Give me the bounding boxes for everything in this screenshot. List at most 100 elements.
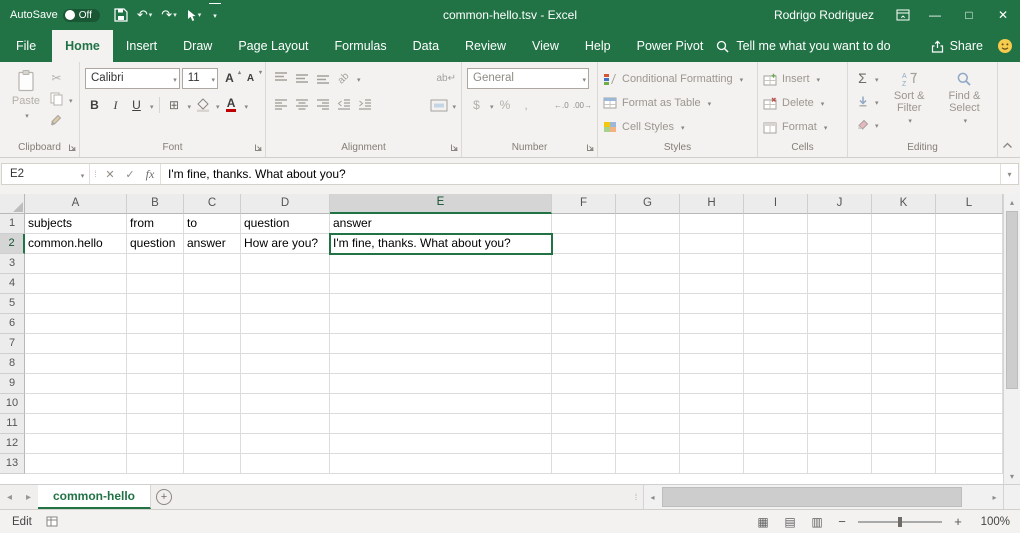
cell-E2[interactable]: I'm fine, thanks. What about you? bbox=[330, 234, 552, 254]
touch-mode-dropdown-icon[interactable]: ▾ bbox=[198, 12, 202, 19]
format-cells-button[interactable]: Format bbox=[763, 115, 842, 139]
cell-A10[interactable] bbox=[25, 394, 127, 414]
column-header-H[interactable]: H bbox=[680, 194, 744, 214]
underline-button[interactable]: U bbox=[127, 95, 146, 115]
collapse-ribbon-button[interactable] bbox=[1002, 138, 1013, 152]
zoom-slider-thumb[interactable] bbox=[898, 517, 902, 527]
cell-K4[interactable] bbox=[872, 274, 936, 294]
cell-I12[interactable] bbox=[744, 434, 808, 454]
cell-C6[interactable] bbox=[184, 314, 241, 334]
cell-B13[interactable] bbox=[127, 454, 184, 474]
cell-H13[interactable] bbox=[680, 454, 744, 474]
zoom-in-button[interactable]: + bbox=[951, 514, 965, 529]
paste-button[interactable]: Paste bbox=[5, 65, 47, 141]
cell-L10[interactable] bbox=[936, 394, 1003, 414]
cell-D1[interactable]: question bbox=[241, 214, 330, 234]
align-right-button[interactable] bbox=[313, 95, 332, 115]
cell-G8[interactable] bbox=[616, 354, 680, 374]
zoom-level[interactable]: 100% bbox=[974, 516, 1010, 528]
cell-E9[interactable] bbox=[330, 374, 552, 394]
cell-G13[interactable] bbox=[616, 454, 680, 474]
touch-mouse-mode-button[interactable]: ▾ bbox=[182, 3, 206, 27]
font-size-dropdown-icon[interactable] bbox=[209, 71, 215, 85]
cell-D13[interactable] bbox=[241, 454, 330, 474]
cell-B1[interactable]: from bbox=[127, 214, 184, 234]
cell-D12[interactable] bbox=[241, 434, 330, 454]
cell-J12[interactable] bbox=[808, 434, 872, 454]
horizontal-scroll-thumb[interactable] bbox=[662, 487, 962, 507]
cell-L2[interactable] bbox=[936, 234, 1003, 254]
cell-C1[interactable]: to bbox=[184, 214, 241, 234]
cell-A5[interactable] bbox=[25, 294, 127, 314]
cell-L3[interactable] bbox=[936, 254, 1003, 274]
select-all-corner[interactable] bbox=[0, 194, 25, 214]
cell-K3[interactable] bbox=[872, 254, 936, 274]
cell-G7[interactable] bbox=[616, 334, 680, 354]
ribbon-tab-review[interactable]: Review bbox=[452, 30, 519, 62]
cell-H1[interactable] bbox=[680, 214, 744, 234]
cell-E3[interactable] bbox=[330, 254, 552, 274]
cell-B6[interactable] bbox=[127, 314, 184, 334]
cell-I3[interactable] bbox=[744, 254, 808, 274]
account-user-name[interactable]: Rodrigo Rodriguez bbox=[774, 8, 874, 22]
cell-J6[interactable] bbox=[808, 314, 872, 334]
tell-me-box[interactable]: Tell me what you want to do bbox=[716, 30, 890, 62]
cell-A1[interactable]: subjects bbox=[25, 214, 127, 234]
undo-dropdown-icon[interactable]: ▾ bbox=[149, 12, 153, 19]
cell-D9[interactable] bbox=[241, 374, 330, 394]
conditional-formatting-dropdown-icon[interactable] bbox=[738, 73, 744, 85]
column-header-A[interactable]: A bbox=[25, 194, 127, 214]
increase-decimal-button[interactable]: ←.0 bbox=[552, 95, 571, 115]
accounting-dropdown-icon[interactable] bbox=[488, 98, 494, 112]
cell-I10[interactable] bbox=[744, 394, 808, 414]
column-header-E[interactable]: E bbox=[330, 194, 552, 214]
cell-C12[interactable] bbox=[184, 434, 241, 454]
cell-A4[interactable] bbox=[25, 274, 127, 294]
cell-H9[interactable] bbox=[680, 374, 744, 394]
cell-A6[interactable] bbox=[25, 314, 127, 334]
cell-C7[interactable] bbox=[184, 334, 241, 354]
name-box[interactable]: E2 bbox=[2, 164, 74, 184]
cell-L7[interactable] bbox=[936, 334, 1003, 354]
sheet-tab-common-hello[interactable]: common-hello bbox=[38, 485, 151, 509]
font-name-dropdown-icon[interactable] bbox=[171, 71, 177, 85]
cell-K7[interactable] bbox=[872, 334, 936, 354]
ribbon-tab-help[interactable]: Help bbox=[572, 30, 624, 62]
decrease-font-size-button[interactable]: A bbox=[241, 68, 260, 88]
cell-E4[interactable] bbox=[330, 274, 552, 294]
comma-style-button[interactable]: , bbox=[517, 95, 536, 115]
cell-G6[interactable] bbox=[616, 314, 680, 334]
format-painter-button[interactable] bbox=[47, 110, 66, 130]
cell-G3[interactable] bbox=[616, 254, 680, 274]
ribbon-tab-page-layout[interactable]: Page Layout bbox=[225, 30, 321, 62]
cell-F4[interactable] bbox=[552, 274, 616, 294]
cell-H12[interactable] bbox=[680, 434, 744, 454]
cell-F13[interactable] bbox=[552, 454, 616, 474]
insert-cells-button[interactable]: Insert bbox=[763, 67, 842, 91]
clipboard-dialog-launcher[interactable] bbox=[68, 141, 77, 155]
orientation-button[interactable]: ab bbox=[334, 68, 353, 88]
cell-A12[interactable] bbox=[25, 434, 127, 454]
cell-styles-dropdown-icon[interactable] bbox=[679, 121, 685, 133]
cell-E8[interactable] bbox=[330, 354, 552, 374]
cell-F2[interactable] bbox=[552, 234, 616, 254]
underline-dropdown-icon[interactable] bbox=[148, 98, 154, 112]
borders-button[interactable]: ⊞ bbox=[165, 95, 184, 115]
ribbon-display-options-button[interactable] bbox=[888, 0, 918, 30]
cell-F3[interactable] bbox=[552, 254, 616, 274]
cell-C8[interactable] bbox=[184, 354, 241, 374]
row-header-8[interactable]: 8 bbox=[0, 354, 25, 374]
accounting-format-button[interactable]: $ bbox=[467, 95, 486, 115]
percent-style-button[interactable]: % bbox=[496, 95, 515, 115]
cell-D5[interactable] bbox=[241, 294, 330, 314]
cell-K2[interactable] bbox=[872, 234, 936, 254]
cell-A8[interactable] bbox=[25, 354, 127, 374]
cell-H4[interactable] bbox=[680, 274, 744, 294]
cell-J7[interactable] bbox=[808, 334, 872, 354]
cell-K10[interactable] bbox=[872, 394, 936, 414]
cell-B3[interactable] bbox=[127, 254, 184, 274]
cell-J10[interactable] bbox=[808, 394, 872, 414]
cell-E11[interactable] bbox=[330, 414, 552, 434]
format-as-table-dropdown-icon[interactable] bbox=[706, 97, 712, 109]
clear-button[interactable] bbox=[853, 114, 872, 134]
